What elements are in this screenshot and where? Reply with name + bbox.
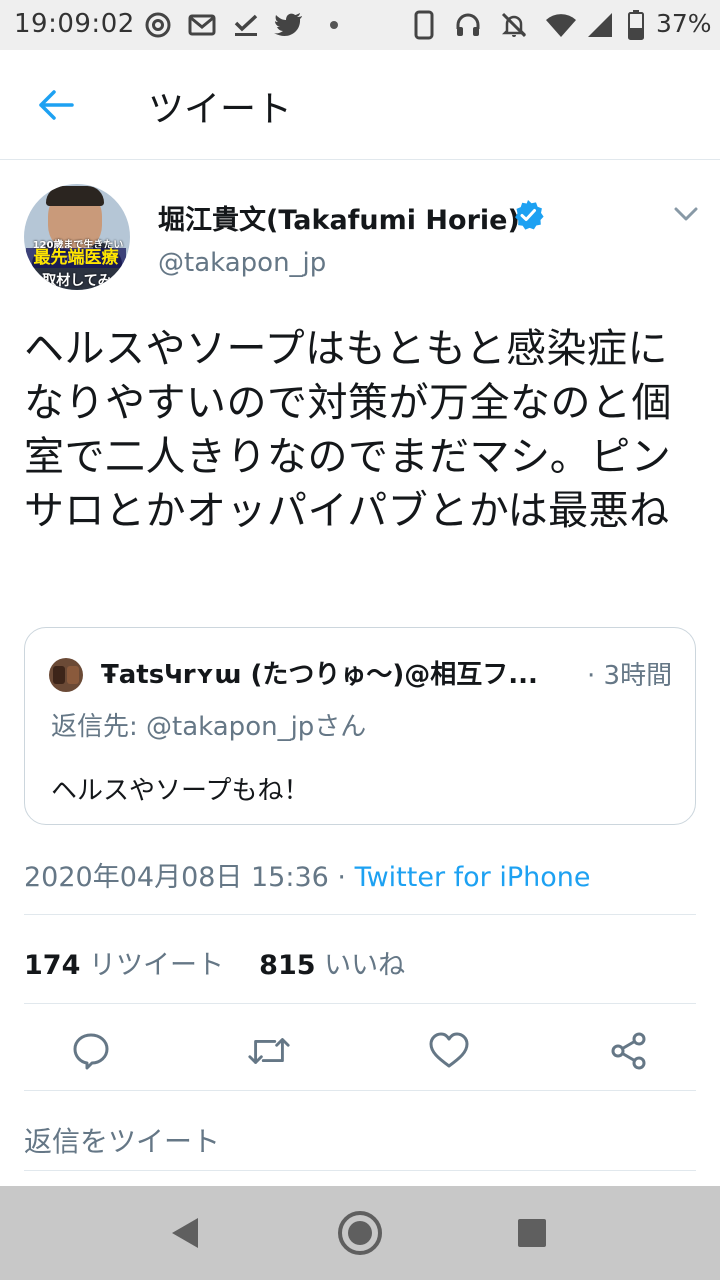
signal-icon — [586, 8, 614, 42]
author-handle[interactable]: @takapon_jp — [158, 248, 326, 278]
headphones-icon — [454, 8, 482, 42]
avatar-caption-2: 最先端医療 — [26, 248, 126, 268]
like-icon — [429, 1032, 469, 1068]
tweet-meta: 2020年04月08日 15:36 · Twitter for iPhone — [24, 855, 591, 894]
wifi-icon — [544, 8, 578, 42]
divider — [24, 1003, 696, 1004]
quoted-author-name: ŦatsԿrʏɯ (たつりゅ〜)@相互フ... — [101, 660, 538, 690]
battery-icon — [628, 8, 644, 42]
back-button[interactable] — [30, 82, 82, 128]
divider — [24, 914, 696, 915]
verified-badge-icon — [512, 199, 544, 231]
tweet-date: 2020年04月08日 15:36 · — [24, 862, 355, 893]
notification-dot — [330, 21, 338, 29]
android-nav-bar — [0, 1186, 720, 1280]
at-icon — [144, 8, 172, 42]
nav-home-button[interactable] — [335, 1208, 385, 1258]
tweet-text: ヘルスやソープはもともと感染症になりやすいので対策が万全なのと個室で二人きりなの… — [24, 326, 672, 534]
reply-input[interactable]: 返信をツイート — [24, 1120, 220, 1160]
avatar-caption-3: 取材してみ — [42, 273, 112, 289]
quoted-reply-to: 返信先: @takapon_jpさん — [51, 712, 367, 742]
gmail-icon — [188, 8, 216, 42]
task-check-icon — [232, 8, 260, 42]
chevron-down-icon — [674, 207, 698, 221]
square-recents-icon — [518, 1219, 546, 1247]
quoted-text: ヘルスやソープもね！ — [51, 776, 310, 806]
author-display-name[interactable]: 堀江貴文(Takafumi Horie) — [158, 198, 520, 237]
quoted-tweet[interactable]: ŦatsԿrʏɯ (たつりゅ〜)@相互フ... · 3時間 返信先: @taka… — [24, 627, 696, 825]
likes-label[interactable]: いいね — [324, 950, 405, 981]
divider — [24, 1090, 696, 1091]
retweet-button[interactable] — [246, 1028, 292, 1074]
retweets-count[interactable]: 174 — [24, 950, 80, 981]
retweets-label[interactable]: リツイート — [89, 950, 224, 981]
status-time: 19:09:02 — [14, 9, 135, 39]
home-circle-icon — [338, 1211, 382, 1255]
share-button[interactable] — [606, 1028, 652, 1074]
tweet-source-link[interactable]: Twitter for iPhone — [355, 862, 591, 893]
quoted-avatar — [49, 658, 83, 692]
like-button[interactable] — [426, 1028, 472, 1074]
reply-button[interactable] — [68, 1028, 114, 1074]
status-bar: 19:09:02 37% — [0, 0, 720, 50]
share-icon — [611, 1032, 646, 1070]
divider — [24, 1170, 696, 1171]
tweet-header: ツイート — [0, 50, 720, 160]
author-avatar[interactable]: 120歳まで生きたいので、 最先端医療 取材してみ — [24, 184, 130, 290]
triangle-back-icon — [172, 1218, 198, 1248]
reply-icon — [73, 1033, 109, 1070]
arrow-left-icon — [39, 90, 74, 120]
bell-off-icon — [500, 8, 528, 42]
twitter-bird-icon — [274, 8, 304, 42]
quoted-time: · 3時間 — [587, 661, 673, 691]
nav-recents-button[interactable] — [507, 1208, 557, 1258]
phone-icon — [414, 8, 434, 42]
retweet-icon — [248, 1038, 290, 1064]
battery-percent: 37% — [656, 9, 712, 38]
likes-count[interactable]: 815 — [259, 950, 315, 981]
tweet-stats: 174 リツイート 815 いいね — [24, 943, 405, 982]
tweet-menu-button[interactable] — [668, 200, 704, 228]
nav-back-button[interactable] — [160, 1208, 210, 1258]
page-title: ツイート — [148, 89, 293, 130]
